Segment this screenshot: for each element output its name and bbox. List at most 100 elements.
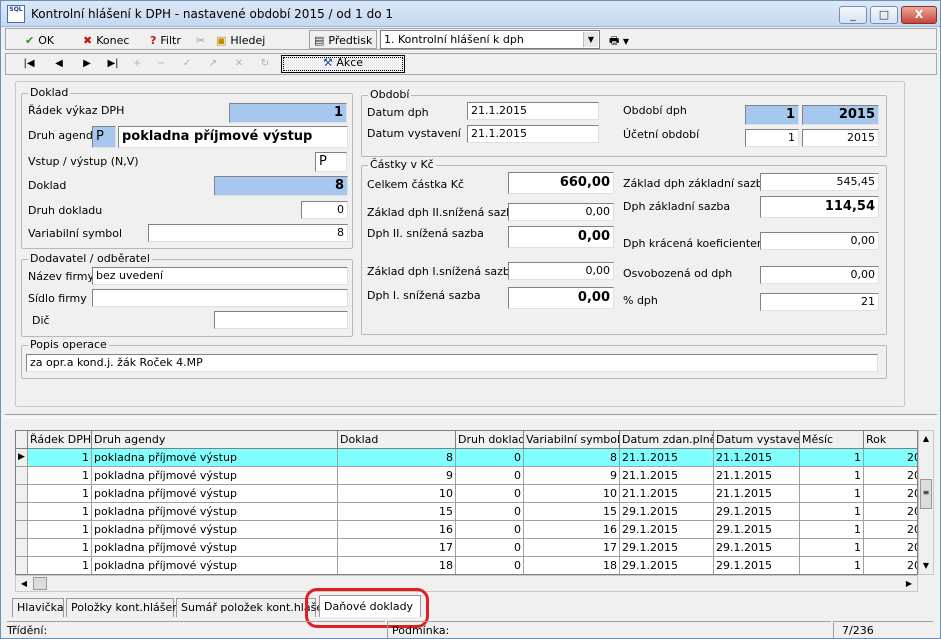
scroll-down-icon[interactable]: ▼ [919, 558, 933, 574]
proc-dph-field[interactable]: 21 [760, 293, 879, 311]
osvobozena-field[interactable]: 0,00 [760, 266, 879, 284]
table-cell[interactable]: 0 [456, 557, 524, 574]
tab-hlavicka[interactable]: Hlavička [12, 598, 64, 617]
prev-record-icon[interactable]: ◀ [46, 55, 72, 73]
table-cell[interactable]: 29.1.2015 [620, 557, 714, 574]
table-cell[interactable]: pokladna příjmové výstup [92, 503, 338, 521]
obdobi-dph-month-field[interactable]: 1 [745, 105, 799, 125]
col-header[interactable]: Variabilní symbol [524, 431, 620, 449]
zaklad-zakl-field[interactable]: 545,45 [760, 173, 879, 191]
dph-ii-field[interactable]: 0,00 [508, 226, 614, 248]
table-cell[interactable]: pokladna příjmové výstup [92, 485, 338, 503]
table-cell[interactable]: 15 [524, 503, 620, 521]
table-row[interactable]: 1 pokladna příjmové výstup 15 0 15 29.1.2015 2… [16, 503, 917, 521]
grid-horizontal-scrollbar[interactable]: ◀ ▶ [15, 575, 918, 592]
table-cell[interactable]: 1 [28, 521, 92, 539]
post-icon[interactable]: ↗ [200, 55, 226, 73]
first-record-icon[interactable]: |◀ [16, 55, 42, 73]
delete-icon[interactable]: − [148, 55, 174, 73]
table-cell[interactable]: 0 [456, 449, 524, 467]
scroll-right-icon[interactable]: ▶ [901, 576, 917, 591]
cancel-icon[interactable]: ✕ [226, 55, 252, 73]
table-cell[interactable]: 8 [338, 449, 456, 467]
table-cell[interactable]: 16 [338, 521, 456, 539]
table-cell[interactable]: pokladna příjmové výstup [92, 449, 338, 467]
table-cell[interactable]: 1 [28, 467, 92, 485]
table-row[interactable]: 1 pokladna příjmové výstup 9 0 9 21.1.2015 21.… [16, 467, 917, 485]
row-indicator[interactable] [16, 557, 28, 574]
col-header[interactable]: Druh agendy [92, 431, 338, 449]
table-row[interactable]: 1 pokladna příjmové výstup 18 0 18 29.1.2015 2… [16, 557, 917, 574]
table-cell[interactable]: 29.1.2015 [714, 557, 800, 574]
maximize-button[interactable]: □ [870, 6, 898, 24]
hscroll-thumb[interactable] [33, 577, 47, 590]
add-icon[interactable]: + [124, 55, 150, 73]
datum-dph-field[interactable]: 21.1.2015 [467, 102, 599, 120]
doklad-field[interactable]: 8 [214, 176, 348, 196]
table-cell[interactable]: 10 [338, 485, 456, 503]
table-cell[interactable]: 10 [524, 485, 620, 503]
refresh-icon[interactable]: ↻ [252, 55, 278, 73]
scissors-icon[interactable]: ✂ [191, 30, 209, 49]
nazev-field[interactable]: bez uvedení [92, 267, 348, 285]
grid-vertical-scrollbar[interactable]: ▲ ≡ ▼ [918, 430, 934, 575]
table-cell[interactable]: 1 [28, 485, 92, 503]
table-cell[interactable]: 20 [864, 521, 917, 539]
table-cell[interactable]: 29.1.2015 [714, 539, 800, 557]
filtr-button[interactable]: ? Filtr [145, 30, 189, 49]
druh-dokladu-field[interactable]: 0 [301, 201, 348, 219]
table-cell[interactable]: 20 [864, 539, 917, 557]
table-cell[interactable]: 0 [456, 539, 524, 557]
table-cell[interactable]: 1 [800, 557, 864, 574]
ok-button[interactable]: ✔ OK [20, 30, 74, 49]
sidlo-field[interactable] [92, 289, 348, 307]
dph-kracena-field[interactable]: 0,00 [760, 232, 879, 250]
ucetni-month-field[interactable]: 1 [745, 129, 799, 147]
table-cell[interactable]: 1 [28, 503, 92, 521]
zaklad-i-field[interactable]: 0,00 [508, 262, 614, 280]
vstup-field[interactable]: P [315, 152, 347, 172]
table-cell[interactable]: 29.1.2015 [714, 521, 800, 539]
edit-icon[interactable]: ✓ [174, 55, 200, 73]
table-cell[interactable]: 17 [524, 539, 620, 557]
popis-field[interactable]: za opr.a kond.j. žák Roček 4.MP [26, 354, 878, 372]
akce-button[interactable]: ⚒ Akce [281, 55, 405, 73]
scroll-thumb[interactable]: ≡ [920, 479, 932, 509]
predtisk-button[interactable]: ▤ Předtisk [309, 30, 377, 49]
close-button[interactable]: X [901, 6, 937, 24]
table-cell[interactable]: 1 [800, 485, 864, 503]
table-cell[interactable]: pokladna příjmové výstup [92, 557, 338, 574]
table-cell[interactable]: 1 [28, 557, 92, 574]
col-header[interactable]: Druh dokladu [456, 431, 524, 449]
table-cell[interactable]: 9 [524, 467, 620, 485]
table-cell[interactable]: 1 [800, 503, 864, 521]
dic-field[interactable] [214, 311, 348, 329]
ucetni-year-field[interactable]: 2015 [802, 129, 879, 147]
table-cell[interactable]: 0 [456, 503, 524, 521]
table-cell[interactable]: pokladna příjmové výstup [92, 539, 338, 557]
col-header[interactable]: Datum vystavení [714, 431, 800, 449]
table-cell[interactable]: 0 [456, 521, 524, 539]
table-cell[interactable]: 20 [864, 557, 917, 574]
table-row[interactable]: 1 pokladna příjmové výstup 16 0 16 29.1.2015 2… [16, 521, 917, 539]
report-select[interactable]: 1. Kontrolní hlášení k dph ▼ [380, 30, 600, 49]
print-button[interactable]: 🖶 ▼ [604, 30, 638, 49]
table-row[interactable]: 1 pokladna příjmové výstup 17 0 17 29.1.2015 2… [16, 539, 917, 557]
table-cell[interactable]: 18 [524, 557, 620, 574]
druh-agendy-field[interactable]: pokladna příjmové výstup [118, 126, 348, 148]
col-header[interactable]: Měsíc [800, 431, 864, 449]
row-indicator[interactable] [16, 485, 28, 503]
table-cell[interactable]: 20 [864, 467, 917, 485]
table-cell[interactable]: 8 [524, 449, 620, 467]
table-cell[interactable]: pokladna příjmové výstup [92, 467, 338, 485]
table-cell[interactable]: 0 [456, 485, 524, 503]
datum-vystaveni-field[interactable]: 21.1.2015 [467, 125, 599, 143]
table-cell[interactable]: 21.1.2015 [620, 449, 714, 467]
table-cell[interactable]: 1 [800, 467, 864, 485]
druh-agendy-code-field[interactable]: P [92, 126, 116, 148]
dph-i-field[interactable]: 0,00 [508, 287, 614, 309]
radek-field[interactable]: 1 [229, 103, 347, 123]
table-cell[interactable]: pokladna příjmové výstup [92, 521, 338, 539]
obdobi-dph-year-field[interactable]: 2015 [802, 105, 879, 125]
col-header[interactable]: Datum zdan.plnění [620, 431, 714, 449]
